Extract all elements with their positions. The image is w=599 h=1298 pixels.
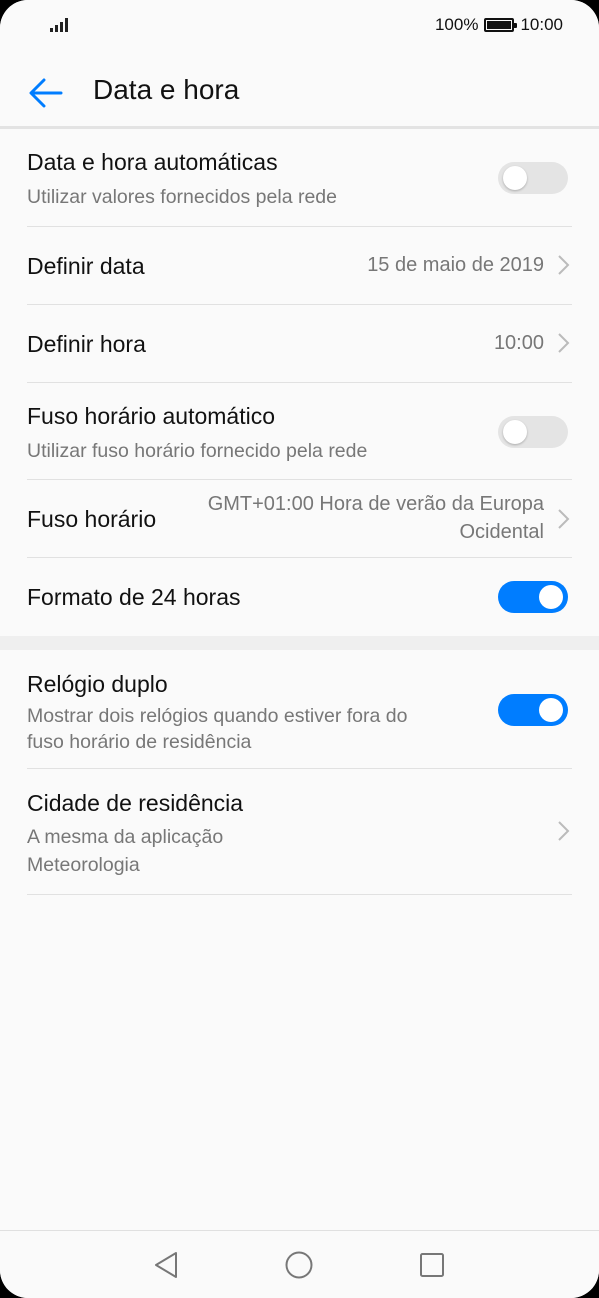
row-value: GMT+01:00 Hora de verão da Europa Ociden… <box>208 490 544 546</box>
battery-icon <box>484 18 518 32</box>
chevron-right-icon <box>558 255 570 275</box>
battery-fill <box>487 21 512 29</box>
row-value: 15 de maio de 2019 <box>367 254 544 276</box>
row-title: Fuso horário <box>27 506 157 532</box>
square-recents-icon <box>420 1253 444 1277</box>
toggle-knob <box>503 420 527 444</box>
camera-notch <box>178 0 422 50</box>
timezone-value-line2: Ocidental <box>459 521 545 543</box>
row-subtitle-line2: Meteorologia <box>27 854 140 876</box>
row-title: Fuso horário automático <box>27 403 276 429</box>
row-24h-format[interactable]: Formato de 24 horas <box>27 558 572 636</box>
row-dual-clock[interactable]: Relógio duplo Mostrar dois relógios quan… <box>27 650 572 769</box>
back-button[interactable] <box>22 69 70 117</box>
triangle-back-icon <box>155 1252 177 1278</box>
toggle-knob <box>503 166 527 190</box>
chevron-right-icon <box>558 333 570 353</box>
row-set-date[interactable]: Definir data 15 de maio de 2019 <box>27 227 572 305</box>
battery-percent: 100% <box>434 15 479 34</box>
row-subtitle-line1: A mesma da aplicação <box>27 826 224 848</box>
row-subtitle-line1: Mostrar dois relógios quando estiver for… <box>27 705 408 727</box>
navigation-bar <box>0 1231 599 1298</box>
status-time: 10:00 <box>520 15 563 34</box>
page-title: Data e hora <box>93 74 240 105</box>
settings-list: Data e hora automáticas Utilizar valores… <box>0 129 599 895</box>
status-right: 100% 10:00 <box>435 14 563 36</box>
phone-screen: 100% 10:00 Data e hora Data e hora autom… <box>0 0 599 1298</box>
nav-recents-button[interactable] <box>415 1248 449 1282</box>
section-divider <box>0 636 599 650</box>
toggle-knob <box>539 698 563 722</box>
status-bar: 100% 10:00 <box>0 0 599 50</box>
app-bar: Data e hora <box>0 50 599 128</box>
arrow-left-icon <box>29 78 63 108</box>
row-subtitle: Utilizar valores fornecidos pela rede <box>27 186 337 208</box>
chevron-right-icon <box>558 821 570 841</box>
auto-timezone-toggle[interactable] <box>498 416 568 448</box>
row-title: Data e hora automáticas <box>27 149 278 175</box>
row-auto-datetime[interactable]: Data e hora automáticas Utilizar valores… <box>27 129 572 227</box>
dual-clock-toggle[interactable] <box>498 694 568 726</box>
row-auto-timezone[interactable]: Fuso horário automático Utilizar fuso ho… <box>27 383 572 480</box>
row-subtitle-line2: fuso horário de residência <box>27 731 252 753</box>
row-set-time[interactable]: Definir hora 10:00 <box>27 305 572 383</box>
circle-home-icon <box>285 1251 313 1279</box>
row-timezone[interactable]: Fuso horário GMT+01:00 Hora de verão da … <box>27 480 572 558</box>
timezone-value-line1: GMT+01:00 Hora de verão da Europa <box>207 493 544 515</box>
row-title: Definir hora <box>27 331 146 357</box>
nav-home-button[interactable] <box>282 1248 316 1282</box>
auto-datetime-toggle[interactable] <box>498 162 568 194</box>
row-title: Relógio duplo <box>27 671 168 697</box>
format-24h-toggle[interactable] <box>498 581 568 613</box>
toggle-knob <box>539 585 563 609</box>
nav-back-button[interactable] <box>149 1248 183 1282</box>
row-subtitle: Utilizar fuso horário fornecido pela red… <box>27 440 368 462</box>
row-value: 10:00 <box>493 332 544 354</box>
chevron-right-icon <box>558 509 570 529</box>
row-title: Definir data <box>27 253 145 279</box>
signal-strength-icon <box>50 16 70 32</box>
row-home-city[interactable]: Cidade de residência A mesma da aplicaçã… <box>27 769 572 895</box>
row-title: Formato de 24 horas <box>27 584 241 610</box>
row-title: Cidade de residência <box>27 790 244 816</box>
